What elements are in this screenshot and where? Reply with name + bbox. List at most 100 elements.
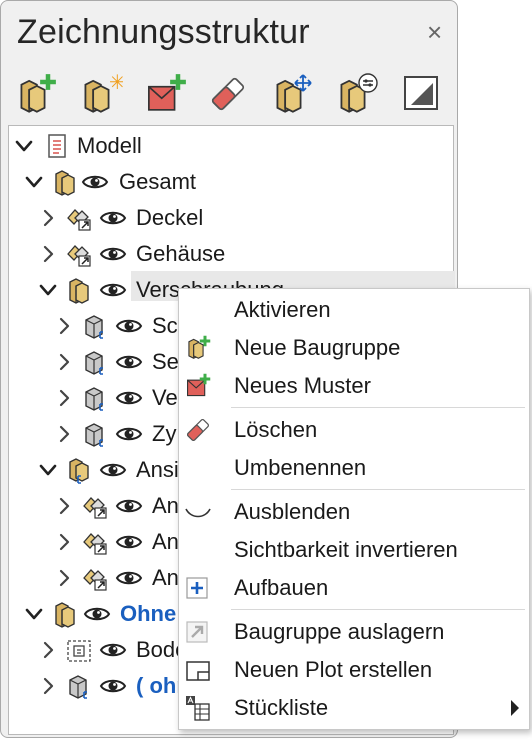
linked-group-icon <box>81 564 109 592</box>
chevron-right-icon[interactable] <box>53 423 75 445</box>
eraser-icon <box>210 76 246 112</box>
chevron-down-icon[interactable] <box>23 603 45 625</box>
menu-item-label: Umbenennen <box>234 455 367 480</box>
eye-icon[interactable] <box>115 530 143 554</box>
plus-box-icon <box>186 577 208 599</box>
chevron-right-icon[interactable] <box>53 495 75 517</box>
menu-item-ausblenden[interactable]: Ausblenden <box>179 494 529 530</box>
eye-icon[interactable] <box>81 170 109 194</box>
panel-titlebar: Zeichnungsstruktur × <box>1 1 457 63</box>
new-pattern-icon <box>187 373 211 397</box>
eye-icon[interactable] <box>99 242 127 266</box>
plot-frame-icon <box>186 661 210 681</box>
menu-item-label: Stückliste <box>234 695 329 720</box>
context-menu: Aktivieren Neue Baugruppe Neues Muster L… <box>178 288 530 730</box>
new-group-star-icon: ✳ <box>84 70 126 113</box>
eye-icon[interactable] <box>115 350 143 374</box>
eye-icon[interactable] <box>115 386 143 410</box>
new-pattern-button[interactable] <box>145 71 189 115</box>
tree-row-deckel[interactable]: Deckel <box>9 200 453 236</box>
parts-list-icon <box>186 696 210 721</box>
eye-icon[interactable] <box>99 638 127 662</box>
new-group-star-button[interactable]: ✳ <box>79 70 126 115</box>
part-icon <box>65 672 93 700</box>
group-icon <box>51 168 79 196</box>
eye-icon[interactable] <box>115 314 143 338</box>
menu-item-neues-muster[interactable]: Neues Muster <box>179 368 529 404</box>
group-settings-icon <box>340 73 378 113</box>
tree-row-label: An <box>152 565 179 590</box>
new-group-icon <box>20 71 59 113</box>
menu-item-label: Neuen Plot erstellen <box>234 657 433 682</box>
eye-icon[interactable] <box>99 674 127 698</box>
new-group-icon <box>188 335 211 359</box>
plot-icon <box>404 76 438 110</box>
tree-row-label: Gesamt <box>119 169 197 194</box>
linked-group-icon <box>81 528 109 556</box>
eraser-button[interactable] <box>207 71 251 115</box>
toolbar: ✳ <box>1 65 457 121</box>
menu-item-aktivieren[interactable]: Aktivieren <box>179 292 529 328</box>
tree-row-label: Ve <box>152 385 178 410</box>
group-blue-icon <box>65 456 93 484</box>
tree-row-label: Ohne <box>120 601 177 626</box>
eye-icon[interactable] <box>83 602 111 626</box>
chevron-right-icon[interactable] <box>53 387 75 409</box>
menu-item-neuen-plot-erstellen[interactable]: Neuen Plot erstellen <box>179 652 529 688</box>
chevron-right-icon[interactable] <box>37 207 59 229</box>
eraser-icon <box>186 418 210 442</box>
new-group-button[interactable] <box>15 71 59 115</box>
menu-item-neue-baugruppe[interactable]: Neue Baugruppe <box>179 330 529 366</box>
chevron-right-icon[interactable] <box>53 351 75 373</box>
part-icon <box>81 312 109 340</box>
menu-item-label: Aktivieren <box>234 297 331 322</box>
chevron-right-icon[interactable] <box>53 531 75 553</box>
eye-icon[interactable] <box>99 458 127 482</box>
tree-row-label: Deckel <box>136 205 204 230</box>
move-group-button[interactable] <box>271 71 315 115</box>
move-group-icon <box>276 74 312 113</box>
tree-row-gehaeuse[interactable]: Gehäuse <box>9 236 453 272</box>
plot-button[interactable] <box>399 71 443 115</box>
linked-group-icon <box>81 492 109 520</box>
eye-icon[interactable] <box>115 422 143 446</box>
menu-item-baugruppe-auslagern[interactable]: Baugruppe auslagern <box>179 614 529 650</box>
menu-item-sichtbarkeit-invertieren[interactable]: Sichtbarkeit invertieren <box>179 532 529 568</box>
group-icon <box>51 600 79 628</box>
tree-row-label: An <box>152 493 179 518</box>
menu-item-label: Aufbauen <box>234 575 329 600</box>
group-icon <box>65 276 93 304</box>
menu-item-label: Neues Muster <box>234 373 371 398</box>
tree-row-label: Ansi <box>136 457 179 482</box>
eye-icon[interactable] <box>115 566 143 590</box>
menu-separator <box>231 407 525 408</box>
group-settings-button[interactable] <box>335 71 379 115</box>
chevron-right-icon[interactable] <box>37 675 59 697</box>
tree-row-modell[interactable]: Modell <box>9 128 453 164</box>
chevron-right-icon[interactable] <box>53 315 75 337</box>
menu-item-aufbauen[interactable]: Aufbauen <box>179 570 529 606</box>
eye-icon[interactable] <box>99 206 127 230</box>
chevron-down-icon[interactable] <box>23 171 45 193</box>
menu-item-umbenennen[interactable]: Umbenennen <box>179 450 529 486</box>
chevron-down-icon[interactable] <box>13 135 35 157</box>
hide-icon <box>185 508 211 518</box>
tree-row-label: Modell <box>77 133 142 158</box>
chevron-down-icon[interactable] <box>37 279 59 301</box>
part-icon <box>81 384 109 412</box>
menu-item-label: Baugruppe auslagern <box>234 619 445 644</box>
chevron-right-icon[interactable] <box>37 639 59 661</box>
chevron-down-icon[interactable] <box>37 459 59 481</box>
tree-row-label: Gehäuse <box>136 241 226 266</box>
svg-text:✳: ✳ <box>109 71 123 94</box>
menu-item-stueckliste[interactable]: Stückliste <box>179 690 529 726</box>
chevron-right-icon[interactable] <box>37 243 59 265</box>
chevron-right-icon[interactable] <box>53 567 75 589</box>
eye-icon[interactable] <box>115 494 143 518</box>
menu-item-loeschen[interactable]: Löschen <box>179 412 529 448</box>
eye-icon[interactable] <box>99 278 127 302</box>
close-icon[interactable]: × <box>427 17 442 48</box>
menu-item-label: Löschen <box>234 417 318 442</box>
menu-item-label: Ausblenden <box>234 499 351 524</box>
tree-row-gesamt[interactable]: Gesamt <box>9 164 453 200</box>
